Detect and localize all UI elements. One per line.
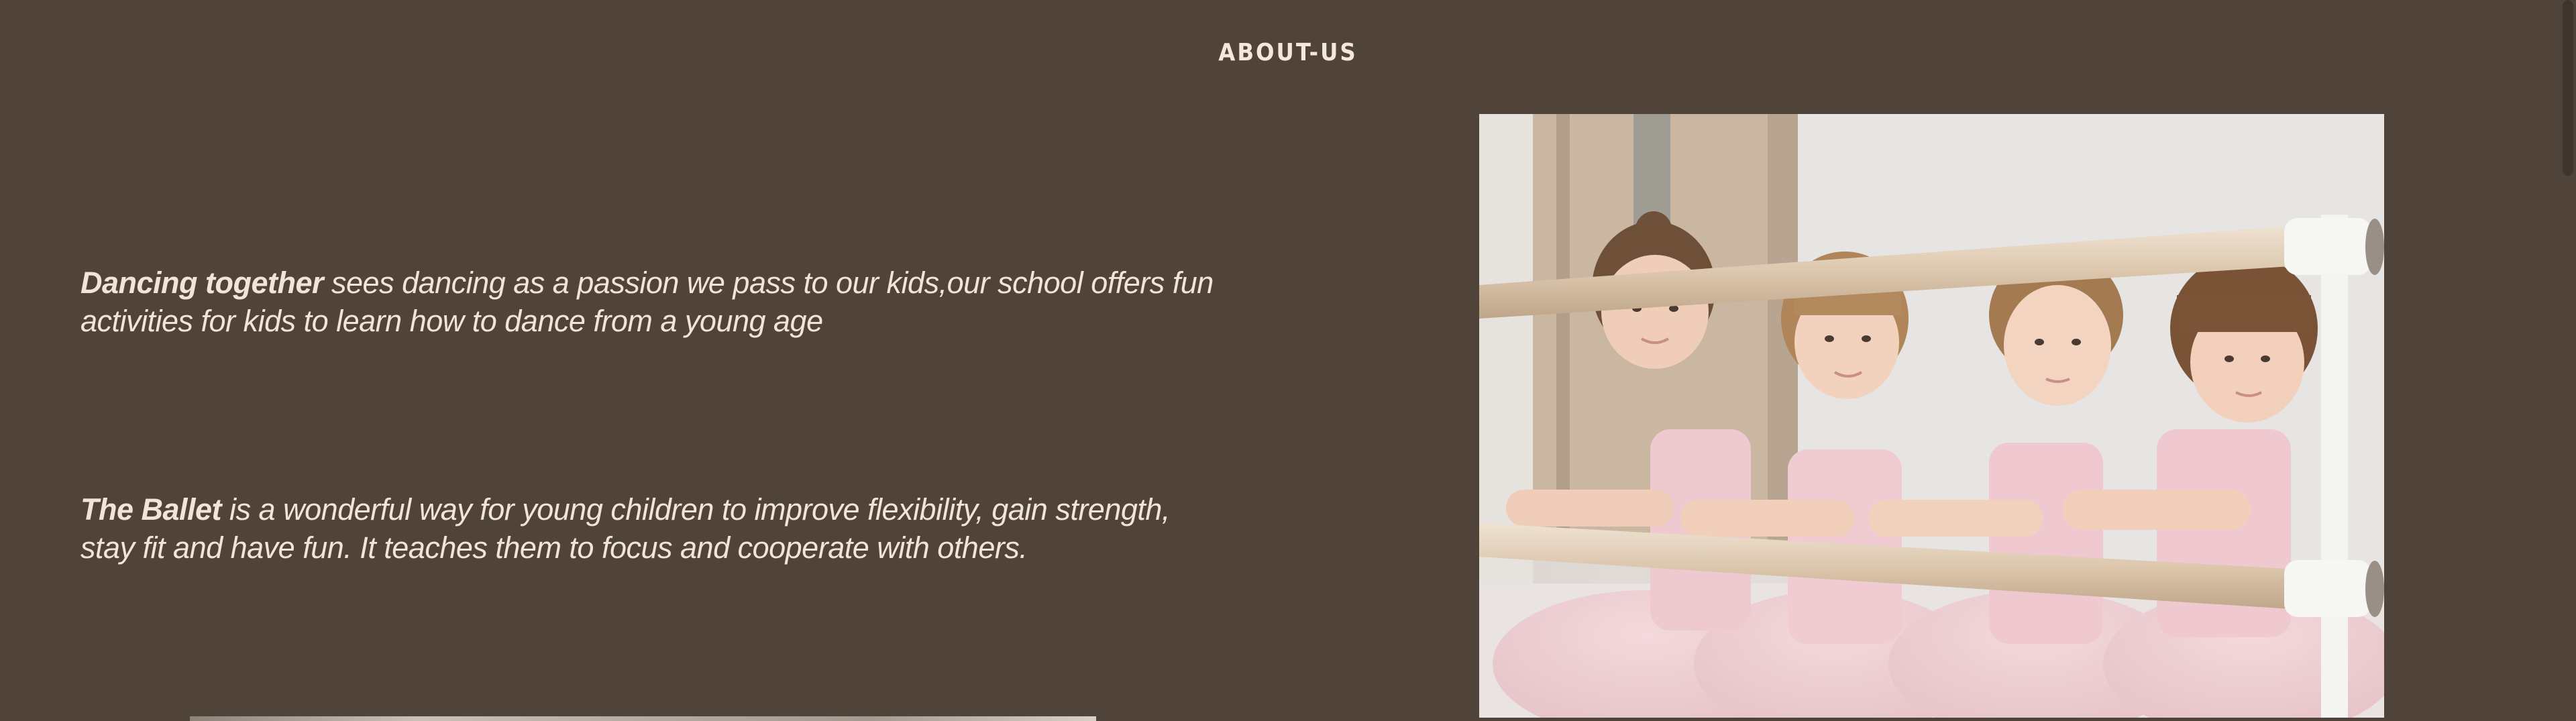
section-title: ABOUT-US: [1218, 39, 1358, 66]
next-image-top-edge: [190, 716, 1096, 721]
about-us-section: ABOUT-US Dancing together sees dancing a…: [0, 0, 2576, 721]
paragraph-2-lead: The Ballet: [80, 492, 222, 526]
about-paragraph-1: Dancing together sees dancing as a passi…: [80, 264, 1221, 340]
about-paragraph-2: The Ballet is a wonderful way for young …: [80, 490, 1221, 567]
paragraph-2-body: is a wonderful way for young children to…: [80, 492, 1170, 565]
page-scrollbar[interactable]: [2563, 0, 2573, 176]
paragraph-1-lead: Dancing together: [80, 266, 324, 300]
ballet-kids-photo: [1479, 114, 2384, 718]
